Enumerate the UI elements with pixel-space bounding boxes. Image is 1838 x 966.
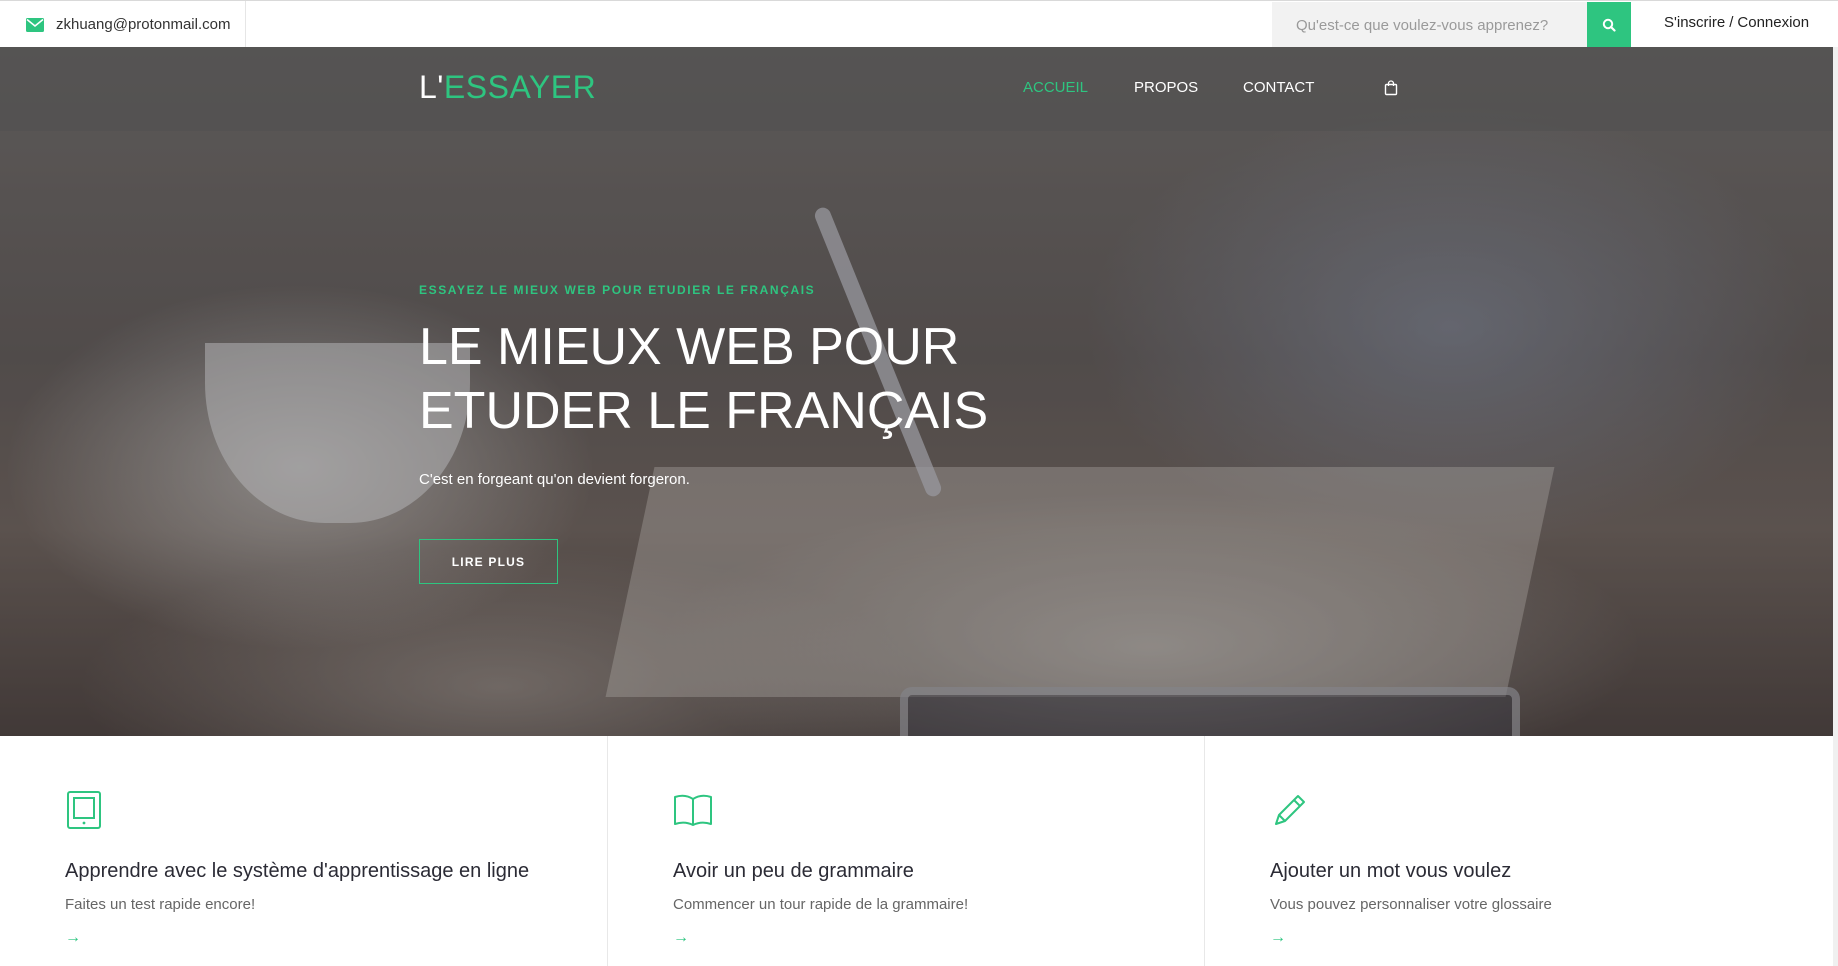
auth-separator: / bbox=[1729, 14, 1734, 31]
hero-title-line1: LE MIEUX WEB POUR bbox=[419, 318, 960, 376]
feature-title[interactable]: Avoir un peu de grammaire bbox=[673, 860, 914, 883]
contact-email[interactable]: zkhuang@protonmail.com bbox=[0, 1, 246, 48]
pencil-icon bbox=[1275, 795, 1305, 825]
hero-content: ESSAYEZ LE MIEUX WEB POUR ETUDIER LE FRA… bbox=[419, 283, 1119, 584]
hero-subtitle: C'est en forgeant qu'on devient forgeron… bbox=[419, 471, 690, 488]
envelope-icon bbox=[26, 17, 44, 32]
hero-kicker: ESSAYEZ LE MIEUX WEB POUR ETUDIER LE FRA… bbox=[419, 283, 816, 297]
features-section: Apprendre avec le système d'apprentissag… bbox=[0, 736, 1833, 966]
feature-title[interactable]: Ajouter un mot vous voulez bbox=[1270, 860, 1511, 883]
feature-title[interactable]: Apprendre avec le système d'apprentissag… bbox=[65, 860, 529, 883]
logo-name: ESSAYER bbox=[443, 69, 597, 105]
search-field-wrap bbox=[1272, 2, 1588, 48]
site-logo[interactable]: L'ESSAYER bbox=[419, 69, 596, 106]
scrollbar[interactable] bbox=[1833, 47, 1838, 966]
hero-title-line2: ETUDER LE FRANÇAIS bbox=[419, 382, 989, 440]
feature-text: Vous pouvez personnaliser votre glossair… bbox=[1270, 896, 1552, 913]
arrow-right-icon[interactable]: → bbox=[673, 929, 689, 947]
arrow-right-icon[interactable]: → bbox=[65, 929, 81, 947]
search-input[interactable] bbox=[1272, 2, 1588, 48]
hero-section: L'ESSAYER ACCUEIL PROPOS CONTACT ESSAYEZ… bbox=[0, 47, 1833, 736]
main-navbar: L'ESSAYER ACCUEIL PROPOS CONTACT bbox=[0, 47, 1833, 131]
search-icon bbox=[1602, 18, 1616, 32]
signup-link[interactable]: S'inscrire bbox=[1664, 14, 1725, 31]
nav-item-contact[interactable]: CONTACT bbox=[1243, 79, 1314, 96]
feature-card: Apprendre avec le système d'apprentissag… bbox=[0, 736, 608, 966]
book-icon bbox=[674, 794, 712, 826]
arrow-right-icon[interactable]: → bbox=[1270, 929, 1286, 947]
login-link[interactable]: Connexion bbox=[1737, 14, 1809, 31]
read-more-button[interactable]: LIRE PLUS bbox=[419, 539, 558, 584]
feature-text: Commencer un tour rapide de la grammaire… bbox=[673, 896, 969, 913]
email-text: zkhuang@protonmail.com bbox=[56, 16, 231, 33]
tablet-icon bbox=[67, 791, 101, 829]
nav-item-propos[interactable]: PROPOS bbox=[1134, 79, 1198, 96]
top-bar: zkhuang@protonmail.com S'inscrire/Connex… bbox=[0, 0, 1838, 48]
nav-item-accueil[interactable]: ACCUEIL bbox=[1023, 79, 1088, 96]
logo-prefix: L' bbox=[419, 69, 444, 105]
hero-title: LE MIEUX WEB POUR ETUDER LE FRANÇAIS bbox=[419, 315, 1119, 443]
feature-card: Avoir un peu de grammaire Commencer un t… bbox=[608, 736, 1205, 966]
search-button[interactable] bbox=[1587, 2, 1631, 48]
feature-card: Ajouter un mot vous voulez Vous pouvez p… bbox=[1205, 736, 1833, 966]
shopping-bag-icon[interactable] bbox=[1384, 80, 1398, 96]
auth-links: S'inscrire / Connexion bbox=[1664, 14, 1809, 31]
feature-text: Faites un test rapide encore! bbox=[65, 896, 256, 913]
